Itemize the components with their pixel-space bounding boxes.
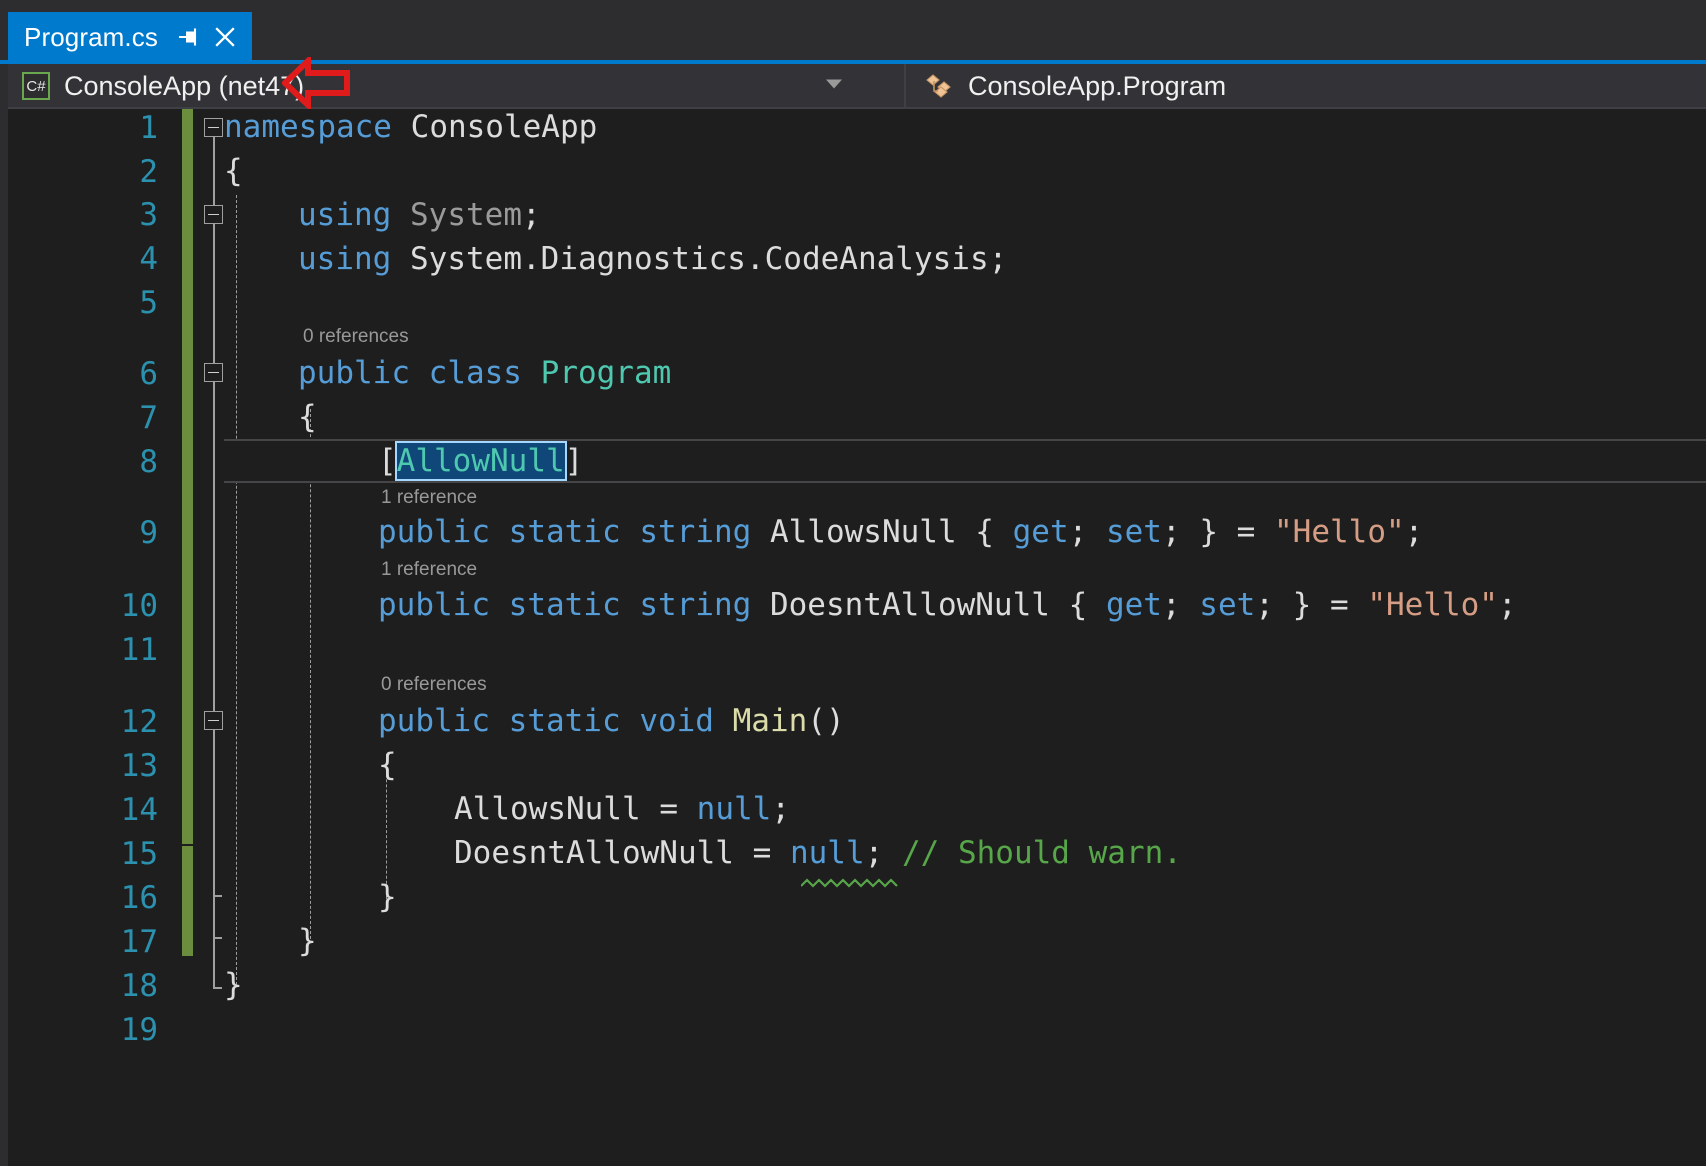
member-selector-label: ConsoleApp.Program xyxy=(968,70,1227,101)
line-number: 6 xyxy=(139,356,158,392)
visual-studio-editor-window: Program.cs C# ConsoleApp (net47) Console… xyxy=(0,0,1706,1166)
code-line: public class Program xyxy=(298,355,672,391)
code-line: } xyxy=(224,967,243,1003)
code-line: DoesntAllowNull = null; // Should warn. xyxy=(454,835,1182,871)
line-number: 17 xyxy=(120,924,158,960)
pin-icon[interactable] xyxy=(176,25,200,49)
code-line: public static string DoesntAllowNull { g… xyxy=(378,587,1517,623)
code-line: { xyxy=(378,747,397,783)
collapse-toggle-main-method[interactable] xyxy=(204,711,223,730)
code-line: using System.Diagnostics.CodeAnalysis; xyxy=(298,241,1008,277)
line-number: 5 xyxy=(139,285,158,321)
document-tab-bar: Program.cs xyxy=(0,0,1706,62)
indent-guide xyxy=(236,195,237,985)
line-number: 12 xyxy=(120,704,158,740)
document-tab-program-cs[interactable]: Program.cs xyxy=(8,12,252,62)
code-line: { xyxy=(298,399,317,435)
line-number: 10 xyxy=(120,588,158,624)
chevron-down-icon[interactable] xyxy=(824,77,844,96)
csharp-icon-label: C# xyxy=(26,77,46,95)
outline-structure-foot xyxy=(213,937,222,939)
change-bar xyxy=(182,846,193,956)
line-number: 3 xyxy=(139,197,158,233)
change-bar xyxy=(182,109,193,844)
code-line: } xyxy=(378,879,397,915)
line-number: 14 xyxy=(120,792,158,828)
collapse-toggle-class[interactable] xyxy=(204,363,223,382)
outline-structure-line xyxy=(213,730,215,896)
code-line: } xyxy=(298,923,317,959)
line-number: 8 xyxy=(139,444,158,480)
code-line: using System; xyxy=(298,197,541,233)
code-line: public static void Main() xyxy=(378,703,845,739)
code-line: namespace ConsoleApp xyxy=(224,109,598,145)
close-icon[interactable] xyxy=(212,24,238,50)
collapse-toggle-usings[interactable] xyxy=(204,205,223,224)
warning-squiggle-underline xyxy=(800,875,899,888)
line-number: 13 xyxy=(120,748,158,784)
line-number: 18 xyxy=(120,968,158,1004)
codelens-method-references[interactable]: 0 references xyxy=(381,674,487,696)
code-line: { xyxy=(224,153,243,189)
member-selector-dropdown[interactable]: ConsoleApp.Program xyxy=(904,64,1706,108)
class-icon xyxy=(924,71,954,101)
code-line: AllowsNull = null; xyxy=(454,791,790,827)
line-number: 16 xyxy=(120,880,158,916)
project-selector-label: ConsoleApp (net47) xyxy=(64,70,305,101)
line-number: 11 xyxy=(120,632,158,668)
codelens-class-references[interactable]: 0 references xyxy=(303,326,409,348)
selected-token[interactable]: AllowNull xyxy=(394,441,567,481)
code-editor-surface[interactable]: 1 2 3 4 5 6 7 8 9 10 11 12 13 14 15 16 1… xyxy=(8,109,1706,1166)
outline-structure-foot xyxy=(213,895,222,897)
codelens-property-references[interactable]: 1 reference xyxy=(381,487,477,509)
csharp-file-icon: C# xyxy=(22,72,50,100)
navigation-bar: C# ConsoleApp (net47) ConsoleApp.Program xyxy=(8,64,1706,108)
line-number: 9 xyxy=(139,515,158,551)
line-number: 4 xyxy=(139,241,158,277)
line-number: 15 xyxy=(120,836,158,872)
indent-guide xyxy=(310,409,311,939)
outline-structure-foot xyxy=(213,987,222,989)
line-number: 2 xyxy=(139,154,158,190)
line-number: 7 xyxy=(139,400,158,436)
codelens-property-references[interactable]: 1 reference xyxy=(381,559,477,581)
tab-label: Program.cs xyxy=(24,21,158,52)
line-number: 19 xyxy=(120,1012,158,1048)
project-selector-dropdown[interactable]: C# ConsoleApp (net47) xyxy=(8,64,904,108)
line-number: 1 xyxy=(139,110,158,146)
collapse-toggle-namespace[interactable] xyxy=(204,118,223,137)
code-line: public static string AllowsNull { get; s… xyxy=(378,514,1424,550)
code-line-attribute: [AllowNull] xyxy=(378,441,584,481)
